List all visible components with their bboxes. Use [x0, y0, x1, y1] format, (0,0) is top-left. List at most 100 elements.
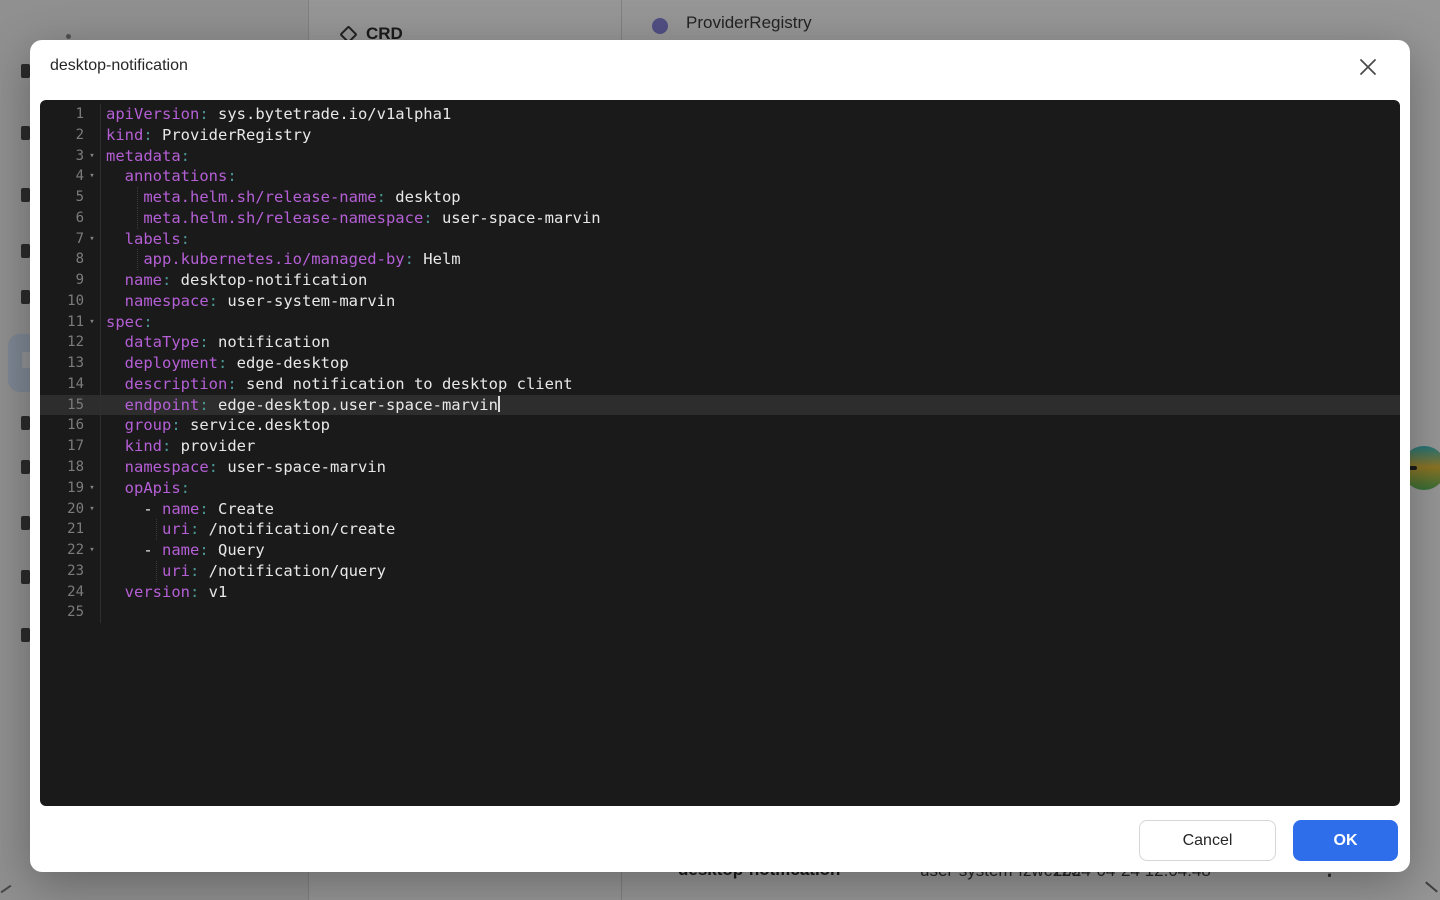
code-line-text: kind: ProviderRegistry: [101, 125, 311, 146]
editor-gutter: 24: [40, 582, 101, 603]
code-line[interactable]: 13 deployment: edge-desktop: [40, 353, 1400, 374]
fold-arrow-icon[interactable]: ▾: [84, 540, 100, 561]
line-number: 23: [40, 561, 84, 582]
code-line[interactable]: 23 uri: /notification/query: [40, 561, 1400, 582]
editor-gutter: 1: [40, 104, 101, 125]
indent-guide: [156, 519, 157, 540]
line-number: 24: [40, 582, 84, 603]
line-number: 19: [40, 478, 84, 499]
editor-gutter: 18: [40, 457, 101, 478]
code-line[interactable]: 2 kind: ProviderRegistry: [40, 125, 1400, 146]
line-number: 2: [40, 125, 84, 146]
code-line[interactable]: 15 endpoint: edge-desktop.user-space-mar…: [40, 395, 1400, 416]
line-number: 9: [40, 270, 84, 291]
editor-gutter: 14: [40, 374, 101, 395]
fold-arrow-icon[interactable]: ▾: [84, 146, 100, 167]
editor-gutter: 3▾: [40, 146, 101, 167]
editor-gutter: 13: [40, 353, 101, 374]
code-line[interactable]: 25: [40, 602, 1400, 623]
code-line[interactable]: 6 meta.helm.sh/release-namespace: user-s…: [40, 208, 1400, 229]
line-number: 8: [40, 249, 84, 270]
line-number: 10: [40, 291, 84, 312]
editor-gutter: 9: [40, 270, 101, 291]
code-line-text: opApis:: [101, 478, 190, 499]
code-line[interactable]: 18 namespace: user-space-marvin: [40, 457, 1400, 478]
code-line[interactable]: 1apiVersion: sys.bytetrade.io/v1alpha1: [40, 104, 1400, 125]
code-line-text: meta.helm.sh/release-name: desktop: [101, 187, 461, 208]
line-number: 11: [40, 312, 84, 333]
code-line[interactable]: 19▾ opApis:: [40, 478, 1400, 499]
code-line-text: dataType: notification: [101, 332, 330, 353]
editor-gutter: 6: [40, 208, 101, 229]
code-line[interactable]: 22▾ - name: Query: [40, 540, 1400, 561]
ok-button[interactable]: OK: [1293, 820, 1398, 861]
close-button[interactable]: [1349, 48, 1387, 86]
indent-guide: [137, 208, 138, 229]
line-number: 25: [40, 602, 84, 623]
editor-gutter: 20▾: [40, 499, 101, 520]
code-line-text: [101, 602, 106, 623]
close-icon: [1357, 56, 1379, 78]
code-line[interactable]: 7▾ labels:: [40, 229, 1400, 250]
fold-arrow-icon[interactable]: ▾: [84, 229, 100, 250]
code-line[interactable]: 4▾ annotations:: [40, 166, 1400, 187]
code-line[interactable]: 20▾ - name: Create: [40, 499, 1400, 520]
line-number: 15: [40, 395, 84, 416]
editor-gutter: 16: [40, 415, 101, 436]
fold-arrow-icon[interactable]: ▾: [84, 166, 100, 187]
editor-gutter: 25: [40, 602, 101, 623]
line-number: 4: [40, 166, 84, 187]
code-editor-lines: 1apiVersion: sys.bytetrade.io/v1alpha12k…: [40, 104, 1400, 623]
code-line[interactable]: 3▾metadata:: [40, 146, 1400, 167]
code-line[interactable]: 21 uri: /notification/create: [40, 519, 1400, 540]
line-number: 14: [40, 374, 84, 395]
code-line-text: kind: provider: [101, 436, 255, 457]
code-line-text: description: send notification to deskto…: [101, 374, 573, 395]
line-number: 6: [40, 208, 84, 229]
dialog-title: desktop-notification: [50, 57, 188, 75]
code-editor[interactable]: 1apiVersion: sys.bytetrade.io/v1alpha12k…: [40, 100, 1400, 806]
code-line[interactable]: 5 meta.helm.sh/release-name: desktop: [40, 187, 1400, 208]
code-line-text: app.kubernetes.io/managed-by: Helm: [101, 249, 461, 270]
fold-arrow-icon[interactable]: ▾: [84, 478, 100, 499]
editor-gutter: 19▾: [40, 478, 101, 499]
line-number: 12: [40, 332, 84, 353]
code-line[interactable]: 11▾spec:: [40, 312, 1400, 333]
code-line-text: spec:: [101, 312, 153, 333]
editor-gutter: 23: [40, 561, 101, 582]
code-line-text: annotations:: [101, 166, 237, 187]
editor-gutter: 11▾: [40, 312, 101, 333]
editor-gutter: 12: [40, 332, 101, 353]
editor-gutter: 21: [40, 519, 101, 540]
line-number: 21: [40, 519, 84, 540]
line-number: 20: [40, 499, 84, 520]
code-line[interactable]: 17 kind: provider: [40, 436, 1400, 457]
fold-arrow-icon[interactable]: ▾: [84, 499, 100, 520]
indent-guide: [137, 249, 138, 270]
code-line-text: meta.helm.sh/release-namespace: user-spa…: [101, 208, 601, 229]
line-number: 1: [40, 104, 84, 125]
editor-gutter: 4▾: [40, 166, 101, 187]
code-line[interactable]: 12 dataType: notification: [40, 332, 1400, 353]
cancel-button[interactable]: Cancel: [1139, 820, 1276, 861]
fold-arrow-icon[interactable]: ▾: [84, 312, 100, 333]
code-line[interactable]: 10 namespace: user-system-marvin: [40, 291, 1400, 312]
line-number: 7: [40, 229, 84, 250]
text-cursor: [498, 396, 500, 412]
code-line-text: - name: Create: [101, 499, 274, 520]
code-line-text: version: v1: [101, 582, 227, 603]
code-line[interactable]: 9 name: desktop-notification: [40, 270, 1400, 291]
code-line-text: uri: /notification/create: [101, 519, 395, 540]
code-line[interactable]: 24 version: v1: [40, 582, 1400, 603]
code-line[interactable]: 16 group: service.desktop: [40, 415, 1400, 436]
line-number: 3: [40, 146, 84, 167]
editor-gutter: 15: [40, 395, 101, 416]
code-line[interactable]: 14 description: send notification to des…: [40, 374, 1400, 395]
code-line[interactable]: 8 app.kubernetes.io/managed-by: Helm: [40, 249, 1400, 270]
code-line-text: uri: /notification/query: [101, 561, 386, 582]
line-number: 18: [40, 457, 84, 478]
line-number: 5: [40, 187, 84, 208]
line-number: 22: [40, 540, 84, 561]
editor-gutter: 22▾: [40, 540, 101, 561]
indent-guide: [137, 187, 138, 208]
